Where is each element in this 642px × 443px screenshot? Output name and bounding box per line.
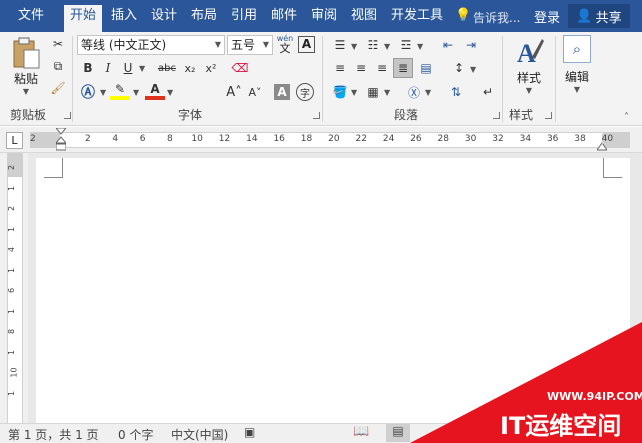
watermark: WWW.94IP.COM IT运维空间	[410, 322, 642, 443]
watermark-brand: IT运维空间	[500, 412, 621, 440]
watermark-url: WWW.94IP.COM	[547, 390, 642, 403]
